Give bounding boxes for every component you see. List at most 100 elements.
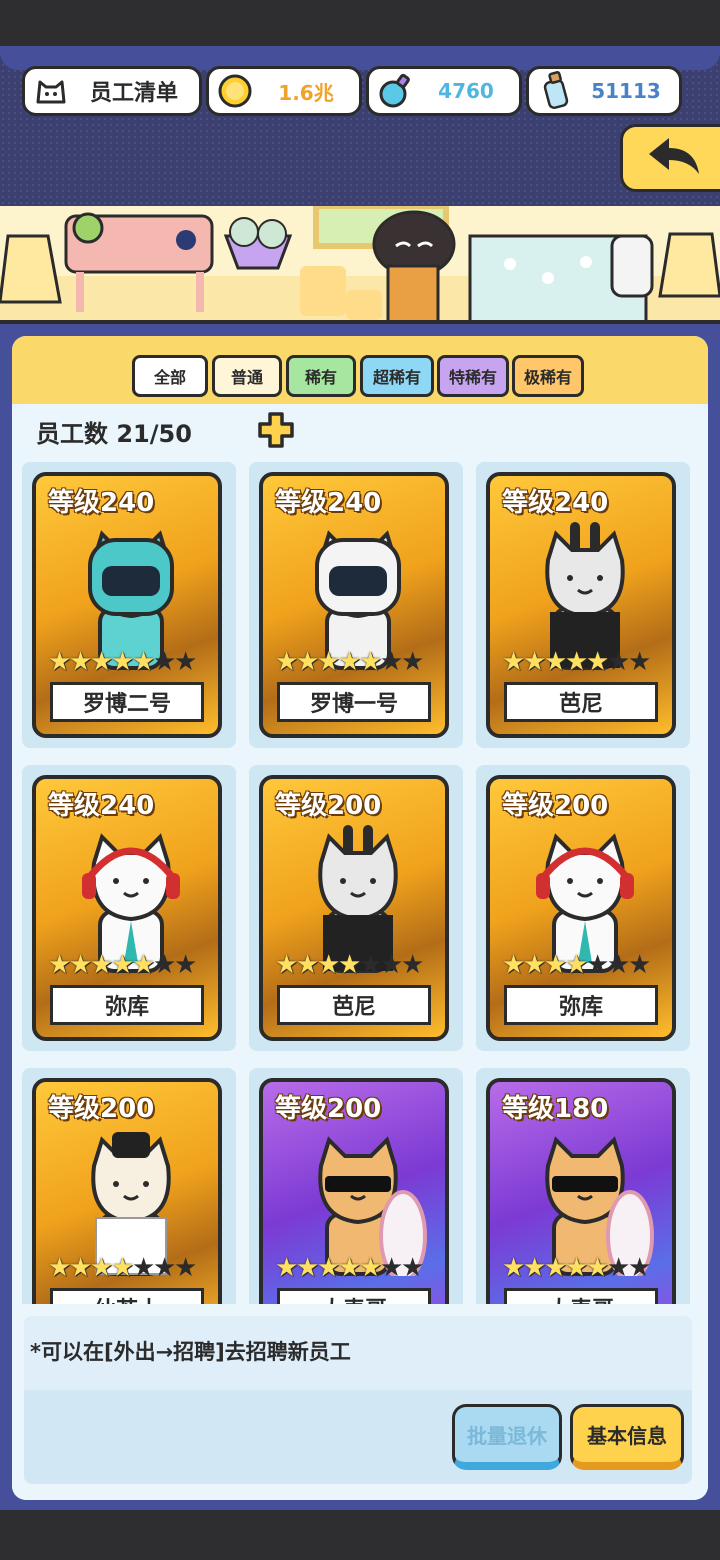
employee-card[interactable]: 等级200 ★ ★ ★ ★ ★ ★ ★ 芭尼 bbox=[259, 775, 449, 1041]
star-icon: ★ bbox=[565, 647, 589, 677]
star-icon: ★ bbox=[275, 1253, 299, 1283]
star-icon: ★ bbox=[359, 1253, 383, 1283]
star-icon: ★ bbox=[48, 950, 72, 980]
star-rating: ★ ★ ★ ★ ★ ★ ★ bbox=[48, 1254, 218, 1282]
star-icon: ★ bbox=[338, 950, 362, 980]
star-icon: ★ bbox=[359, 950, 383, 980]
employee-level: 等级180 bbox=[502, 1094, 609, 1124]
star-icon: ★ bbox=[174, 647, 198, 677]
potion-flask-icon bbox=[377, 73, 413, 109]
tab-common[interactable]: 普通 bbox=[212, 355, 282, 397]
employee-card[interactable]: 等级200★★★★★★★大表哥 bbox=[259, 1078, 449, 1304]
star-icon: ★ bbox=[90, 647, 114, 677]
star-icon: ★ bbox=[607, 1253, 631, 1283]
star-icon: ★ bbox=[523, 1253, 547, 1283]
star-icon: ★ bbox=[628, 647, 652, 677]
employee-level: 等级240 bbox=[502, 488, 609, 518]
employee-level: 等级200 bbox=[48, 1094, 155, 1124]
employee-card[interactable]: 等级200 ★ ★ ★ ★ ★ ★ ★ 弥库 bbox=[486, 775, 676, 1041]
star-icon: ★ bbox=[132, 647, 156, 677]
potion-amount: 4760 bbox=[438, 79, 494, 103]
employee-card-cell[interactable]: 等级240 ★ ★ ★ ★ ★ ★ ★ 芭尼 bbox=[476, 462, 690, 748]
employee-level: 等级200 bbox=[502, 791, 609, 821]
tab-all[interactable]: 全部 bbox=[132, 355, 208, 397]
star-icon: ★ bbox=[111, 647, 135, 677]
star-icon: ★ bbox=[174, 1253, 198, 1283]
employee-level: 等级240 bbox=[48, 488, 155, 518]
add-employee-button[interactable] bbox=[256, 410, 296, 450]
star-icon: ★ bbox=[359, 647, 383, 677]
employee-card[interactable]: 等级180★★★★★★★大表哥 bbox=[486, 1078, 676, 1304]
employee-grid: 等级240 ★ ★ ★ ★ ★ ★ ★ 罗博二号 等级240 ★ ★ ★ ★ ★ ★ ★ 罗博一号 等级240 ★ ★ ★… bbox=[12, 460, 708, 1304]
employee-name: 芭尼 bbox=[277, 985, 431, 1025]
star-icon: ★ bbox=[544, 950, 568, 980]
employee-card[interactable]: 等级240 ★ ★ ★ ★ ★ ★ ★ 芭尼 bbox=[486, 472, 676, 738]
tab-ultra-rare[interactable]: 极稀有 bbox=[512, 355, 584, 397]
star-icon: ★ bbox=[153, 647, 177, 677]
star-icon: ★ bbox=[275, 647, 299, 677]
star-icon: ★ bbox=[628, 950, 652, 980]
recruit-hint: *可以在[外出→招聘]去招聘新员工 bbox=[30, 1340, 351, 1364]
star-icon: ★ bbox=[523, 950, 547, 980]
star-icon: ★ bbox=[296, 950, 320, 980]
star-icon: ★ bbox=[69, 950, 93, 980]
employee-card-cell[interactable]: 等级240 ★ ★ ★ ★ ★ ★ ★ 罗博二号 bbox=[22, 462, 236, 748]
star-rating: ★ ★ ★ ★ ★ ★ ★ bbox=[502, 951, 672, 979]
gold-currency-pill[interactable]: 1.6兆 bbox=[206, 66, 362, 116]
employee-card[interactable]: 等级240 ★ ★ ★ ★ ★ ★ ★ 弥库 bbox=[32, 775, 222, 1041]
employee-card-cell[interactable]: 等级200 ★ ★ ★ ★ ★ ★ ★ 芭尼 bbox=[249, 765, 463, 1051]
employee-card-cell[interactable]: 等级240 ★ ★ ★ ★ ★ ★ ★ 弥库 bbox=[22, 765, 236, 1051]
star-icon: ★ bbox=[544, 1253, 568, 1283]
batch-retire-button[interactable]: 批量退休 bbox=[452, 1404, 562, 1470]
potion-currency-pill[interactable]: 4760 bbox=[366, 66, 522, 116]
employee-card[interactable]: 等级240 ★ ★ ★ ★ ★ ★ ★ 罗博一号 bbox=[259, 472, 449, 738]
employee-name: 芭尼 bbox=[504, 682, 658, 722]
star-icon: ★ bbox=[401, 647, 425, 677]
star-icon: ★ bbox=[628, 1253, 652, 1283]
employee-name: 罗博一号 bbox=[277, 682, 431, 722]
back-button[interactable] bbox=[620, 124, 720, 192]
employee-card-cell[interactable]: 等级240 ★ ★ ★ ★ ★ ★ ★ 罗博一号 bbox=[249, 462, 463, 748]
star-icon: ★ bbox=[401, 950, 425, 980]
basic-info-button[interactable]: 基本信息 bbox=[570, 1404, 684, 1470]
employee-card-cell[interactable]: 等级200★★★★★★★仙若士 bbox=[22, 1068, 236, 1304]
employee-card[interactable]: 等级240 ★ ★ ★ ★ ★ ★ ★ 罗博二号 bbox=[32, 472, 222, 738]
employee-count: 员工数 21/50 bbox=[36, 420, 192, 448]
star-icon: ★ bbox=[90, 1253, 114, 1283]
star-icon: ★ bbox=[607, 647, 631, 677]
star-icon: ★ bbox=[338, 1253, 362, 1283]
star-icon: ★ bbox=[153, 1253, 177, 1283]
star-icon: ★ bbox=[401, 1253, 425, 1283]
status-bar-area bbox=[0, 0, 720, 46]
star-icon: ★ bbox=[174, 950, 198, 980]
tab-rare[interactable]: 稀有 bbox=[286, 355, 356, 397]
bottle-currency-pill[interactable]: 51113 bbox=[526, 66, 682, 116]
star-icon: ★ bbox=[296, 1253, 320, 1283]
star-icon: ★ bbox=[586, 1253, 610, 1283]
title-pill: 员工清单 bbox=[22, 66, 202, 116]
tab-super-rare[interactable]: 超稀有 bbox=[360, 355, 434, 397]
gold-amount: 1.6兆 bbox=[278, 80, 334, 105]
employee-card-cell[interactable]: 等级200 ★ ★ ★ ★ ★ ★ ★ 弥库 bbox=[476, 765, 690, 1051]
star-rating: ★ ★ ★ ★ ★ ★ ★ bbox=[275, 951, 445, 979]
star-icon: ★ bbox=[523, 647, 547, 677]
employee-card-cell[interactable]: 等级180★★★★★★★大表哥 bbox=[476, 1068, 690, 1304]
star-rating: ★ ★ ★ ★ ★ ★ ★ bbox=[275, 1254, 445, 1282]
star-icon: ★ bbox=[69, 1253, 93, 1283]
star-rating: ★ ★ ★ ★ ★ ★ ★ bbox=[502, 648, 672, 676]
room-illustration bbox=[0, 206, 720, 324]
gold-coin-icon bbox=[217, 73, 253, 109]
star-icon: ★ bbox=[317, 647, 341, 677]
star-icon: ★ bbox=[586, 950, 610, 980]
star-icon: ★ bbox=[502, 647, 526, 677]
star-rating: ★ ★ ★ ★ ★ ★ ★ bbox=[275, 648, 445, 676]
employee-name: 罗博二号 bbox=[50, 682, 204, 722]
star-icon: ★ bbox=[502, 950, 526, 980]
star-icon: ★ bbox=[544, 647, 568, 677]
employee-card-cell[interactable]: 等级200★★★★★★★大表哥 bbox=[249, 1068, 463, 1304]
star-icon: ★ bbox=[48, 647, 72, 677]
tab-special-rare[interactable]: 特稀有 bbox=[437, 355, 509, 397]
employee-name: 大表哥 bbox=[504, 1288, 658, 1304]
star-icon: ★ bbox=[153, 950, 177, 980]
employee-card[interactable]: 等级200★★★★★★★仙若士 bbox=[32, 1078, 222, 1304]
